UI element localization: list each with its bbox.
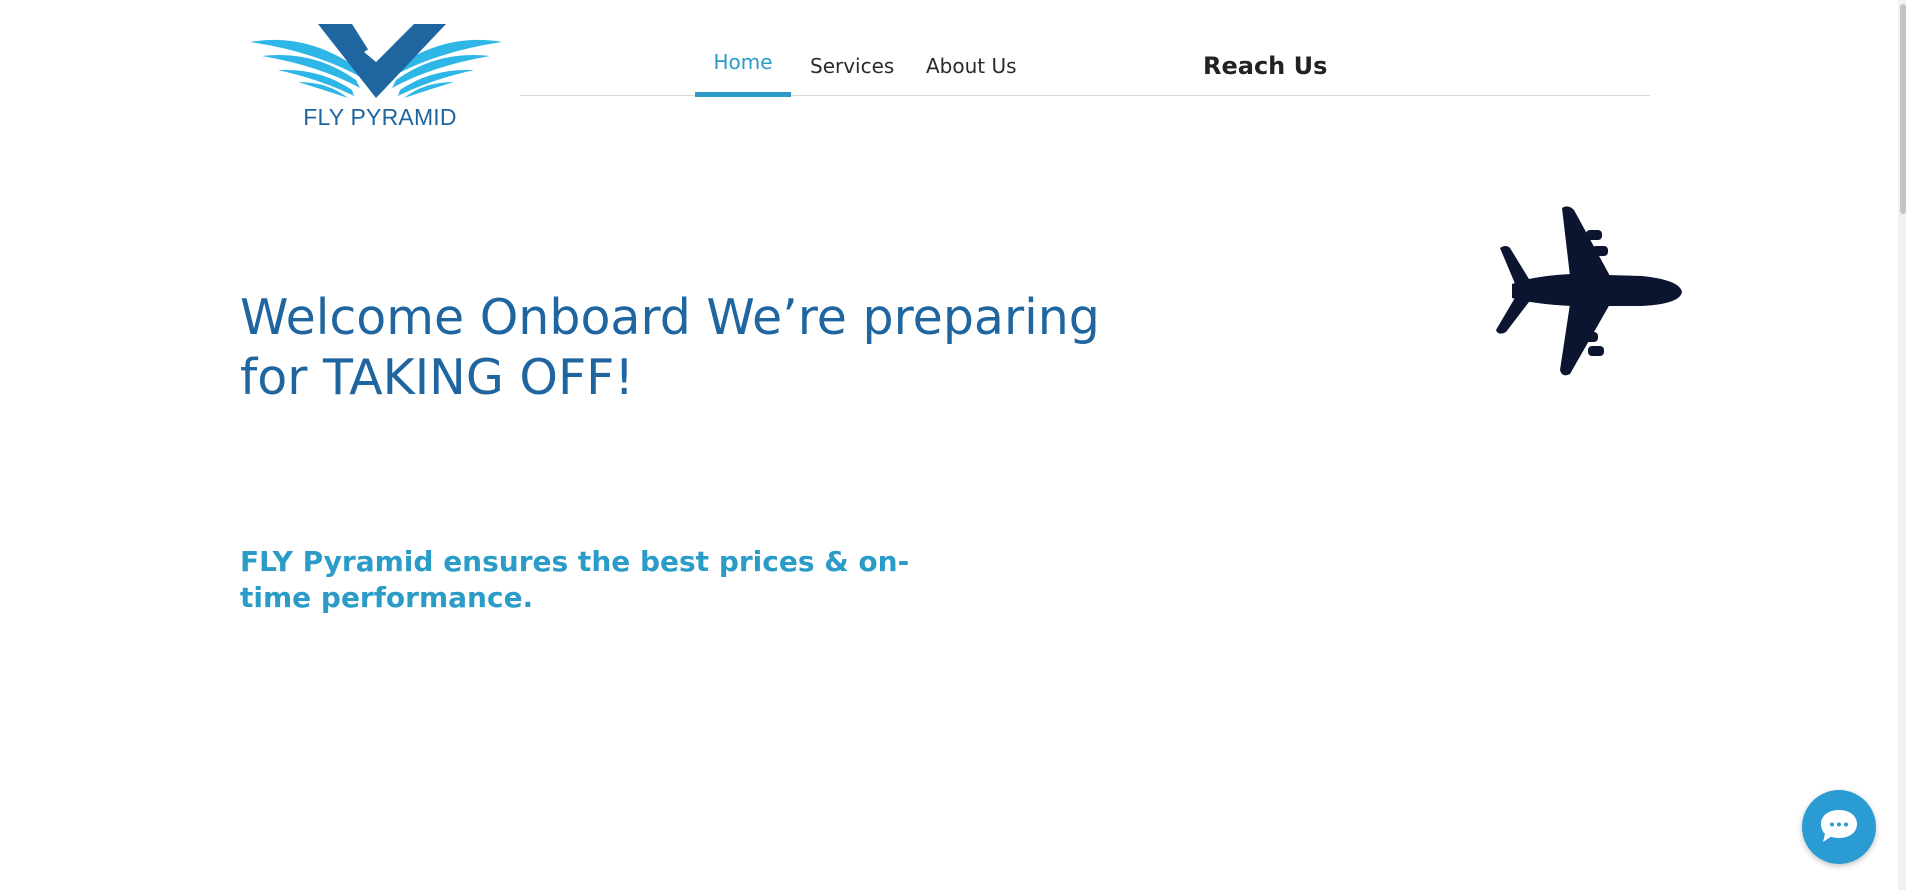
chat-button[interactable]	[1802, 790, 1876, 864]
hero-title: Welcome Onboard We’re preparing for TAKI…	[240, 289, 1100, 406]
nav-divider	[520, 95, 1650, 96]
airplane-icon	[1496, 206, 1682, 376]
nav-active-indicator	[695, 92, 791, 97]
brand-logo[interactable]: FLY PYRAMID	[248, 22, 504, 134]
chat-bubble-icon	[1821, 810, 1857, 842]
wings-v-logo-icon	[250, 24, 502, 98]
scrollbar-thumb[interactable]	[1900, 4, 1906, 214]
nav-item-about-us[interactable]: About Us	[926, 54, 1017, 78]
nav-item-services[interactable]: Services	[810, 54, 894, 78]
reach-us-link[interactable]: Reach Us	[1203, 52, 1327, 80]
brand-name: FLY PYRAMID	[303, 104, 457, 130]
nav-item-home[interactable]: Home	[695, 50, 791, 74]
page: FLY PYRAMID Home Services About Us Reach…	[0, 0, 1906, 890]
hero-subtitle: FLY Pyramid ensures the best prices & on…	[240, 545, 910, 614]
